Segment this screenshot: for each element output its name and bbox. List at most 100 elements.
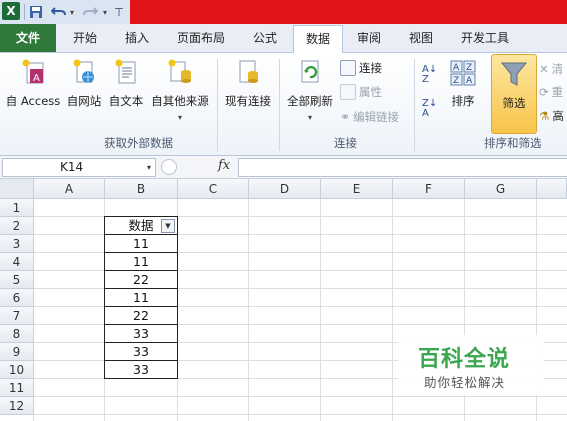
excel-logo-icon: X <box>2 2 20 20</box>
properties-label: 属性 <box>359 85 382 99</box>
from-access-label: 自 Access <box>5 94 61 108</box>
database-icon <box>168 59 191 83</box>
save-icon[interactable] <box>28 2 44 22</box>
filter-label: 筛选 <box>502 96 526 110</box>
from-web-label: 自网站 <box>66 94 102 108</box>
advanced-button[interactable]: ⚗ 高 <box>539 108 564 124</box>
column-header-f[interactable]: F <box>393 179 465 199</box>
reapply-button[interactable]: ⟳ 重 <box>539 84 563 100</box>
row-header-1[interactable]: 1 <box>0 199 34 217</box>
properties-icon <box>340 84 356 100</box>
cell-b3[interactable]: 11 <box>104 234 178 253</box>
group-label-sort-filter: 排序和筛选 <box>484 136 542 150</box>
properties-button[interactable]: 属性 <box>340 84 382 100</box>
cell-b9[interactable]: 33 <box>104 342 178 361</box>
sort-dialog-icon: A Z Z A <box>450 60 476 86</box>
column-header-partial[interactable] <box>537 179 567 199</box>
tab-page-layout[interactable]: 页面布局 <box>168 25 234 51</box>
existing-connections-icon <box>239 60 258 83</box>
refresh-all-label: 全部刷新 <box>287 94 333 108</box>
select-all-corner[interactable] <box>0 179 34 199</box>
column-header-c[interactable]: C <box>178 179 249 199</box>
row-header-12[interactable]: 12 <box>0 397 34 415</box>
row-header-7[interactable]: 7 <box>0 307 34 325</box>
existing-connections-button[interactable]: 现有连接 <box>221 57 275 109</box>
cell-b5[interactable]: 22 <box>104 270 178 289</box>
tab-review[interactable]: 审阅 <box>346 25 392 51</box>
web-globe-icon <box>73 59 94 83</box>
clear-filter-icon: ✕ <box>539 62 549 76</box>
row-header-10[interactable]: 10 <box>0 361 34 379</box>
watermark: 百科全说 助你轻松解决 <box>398 335 544 395</box>
tab-formulas[interactable]: 公式 <box>242 25 288 51</box>
from-web-button[interactable]: 自网站 <box>64 57 104 109</box>
row-header-8[interactable]: 8 <box>0 325 34 343</box>
from-text-button[interactable]: 自文本 <box>106 57 146 109</box>
column-header-b[interactable]: B <box>105 179 178 199</box>
sort-descending-button[interactable]: Z↓ A <box>422 99 437 119</box>
redo-dropdown-icon[interactable]: ▾ <box>101 2 109 22</box>
cell-b7[interactable]: 22 <box>104 306 178 325</box>
from-other-sources-label: 自其他来源 <box>151 94 209 108</box>
column-header-e[interactable]: E <box>321 179 393 199</box>
gridline-horizontal <box>34 396 567 397</box>
row-header-3[interactable]: 3 <box>0 235 34 253</box>
refresh-all-button[interactable]: 全部刷新 ▾ <box>284 57 336 122</box>
ribbon-tabs: 文件 开始 插入 页面布局 公式 数据 审阅 视图 开发工具 <box>0 24 567 53</box>
reapply-icon: ⟳ <box>539 85 549 99</box>
formula-bar: K14 ▾ fx <box>0 156 567 179</box>
filter-button[interactable]: 筛选 <box>491 54 537 134</box>
separator <box>24 4 25 20</box>
edit-links-button[interactable]: ⚭ 编辑链接 <box>340 109 399 125</box>
gridline-horizontal <box>34 414 567 415</box>
customize-quick-access-button[interactable]: ⊤ <box>113 2 125 22</box>
formula-input[interactable] <box>238 158 567 177</box>
funnel-icon <box>500 62 528 86</box>
row-header-4[interactable]: 4 <box>0 253 34 271</box>
autofilter-dropdown-icon[interactable]: ▼ <box>161 219 175 233</box>
name-box[interactable]: K14 ▾ <box>2 158 156 177</box>
clear-label: 清 <box>551 62 564 76</box>
svg-text:A: A <box>33 73 40 84</box>
tab-data[interactable]: 数据 <box>293 25 343 53</box>
tab-view[interactable]: 视图 <box>398 25 444 51</box>
undo-dropdown-icon[interactable]: ▾ <box>68 2 76 22</box>
from-text-label: 自文本 <box>108 94 144 108</box>
from-other-sources-button[interactable]: 自其他来源 ▾ <box>149 57 211 122</box>
row-header-6[interactable]: 6 <box>0 289 34 307</box>
cell-b10[interactable]: 33 <box>104 360 178 379</box>
connections-button[interactable]: 连接 <box>340 60 382 76</box>
cell-b2-header[interactable]: 数据 ▼ <box>104 216 178 235</box>
connections-icon <box>340 60 356 76</box>
cell-b4[interactable]: 11 <box>104 252 178 271</box>
undo-icon[interactable] <box>48 2 70 22</box>
gridline-vertical <box>248 199 249 421</box>
tab-developer[interactable]: 开发工具 <box>450 25 520 51</box>
tab-insert[interactable]: 插入 <box>114 25 160 51</box>
tab-file[interactable]: 文件 <box>0 24 56 52</box>
row-header-5[interactable]: 5 <box>0 271 34 289</box>
reapply-label: 重 <box>551 85 564 99</box>
access-database-icon: A <box>22 59 44 84</box>
ribbon: A 自 Access 自网站 自文本 自其他来源 ▾ 现有连接 获取外部数据 全… <box>0 53 567 156</box>
formula-bar-expand-icon[interactable] <box>161 159 177 175</box>
row-header-9[interactable]: 9 <box>0 343 34 361</box>
sort-button[interactable]: A Z Z A 排序 <box>446 59 480 109</box>
gridline-vertical <box>320 199 321 421</box>
cell-b6[interactable]: 11 <box>104 288 178 307</box>
link-icon: ⚭ <box>340 110 351 124</box>
clear-button[interactable]: ✕ 清 <box>539 61 563 77</box>
column-header-g[interactable]: G <box>465 179 537 199</box>
watermark-subtitle: 助你轻松解决 <box>424 375 506 390</box>
insert-function-button[interactable]: fx <box>218 158 230 173</box>
chevron-down-icon[interactable]: ▾ <box>147 159 151 176</box>
column-header-a[interactable]: A <box>34 179 105 199</box>
redo-icon[interactable] <box>80 2 100 22</box>
tab-home[interactable]: 开始 <box>62 25 108 51</box>
from-access-button[interactable]: A 自 Access <box>4 57 62 109</box>
row-header-2[interactable]: 2 <box>0 217 34 235</box>
cell-b8[interactable]: 33 <box>104 324 178 343</box>
column-header-d[interactable]: D <box>249 179 321 199</box>
row-header-11[interactable]: 11 <box>0 379 34 397</box>
sort-ascending-button[interactable]: A↓ Z <box>422 65 437 85</box>
